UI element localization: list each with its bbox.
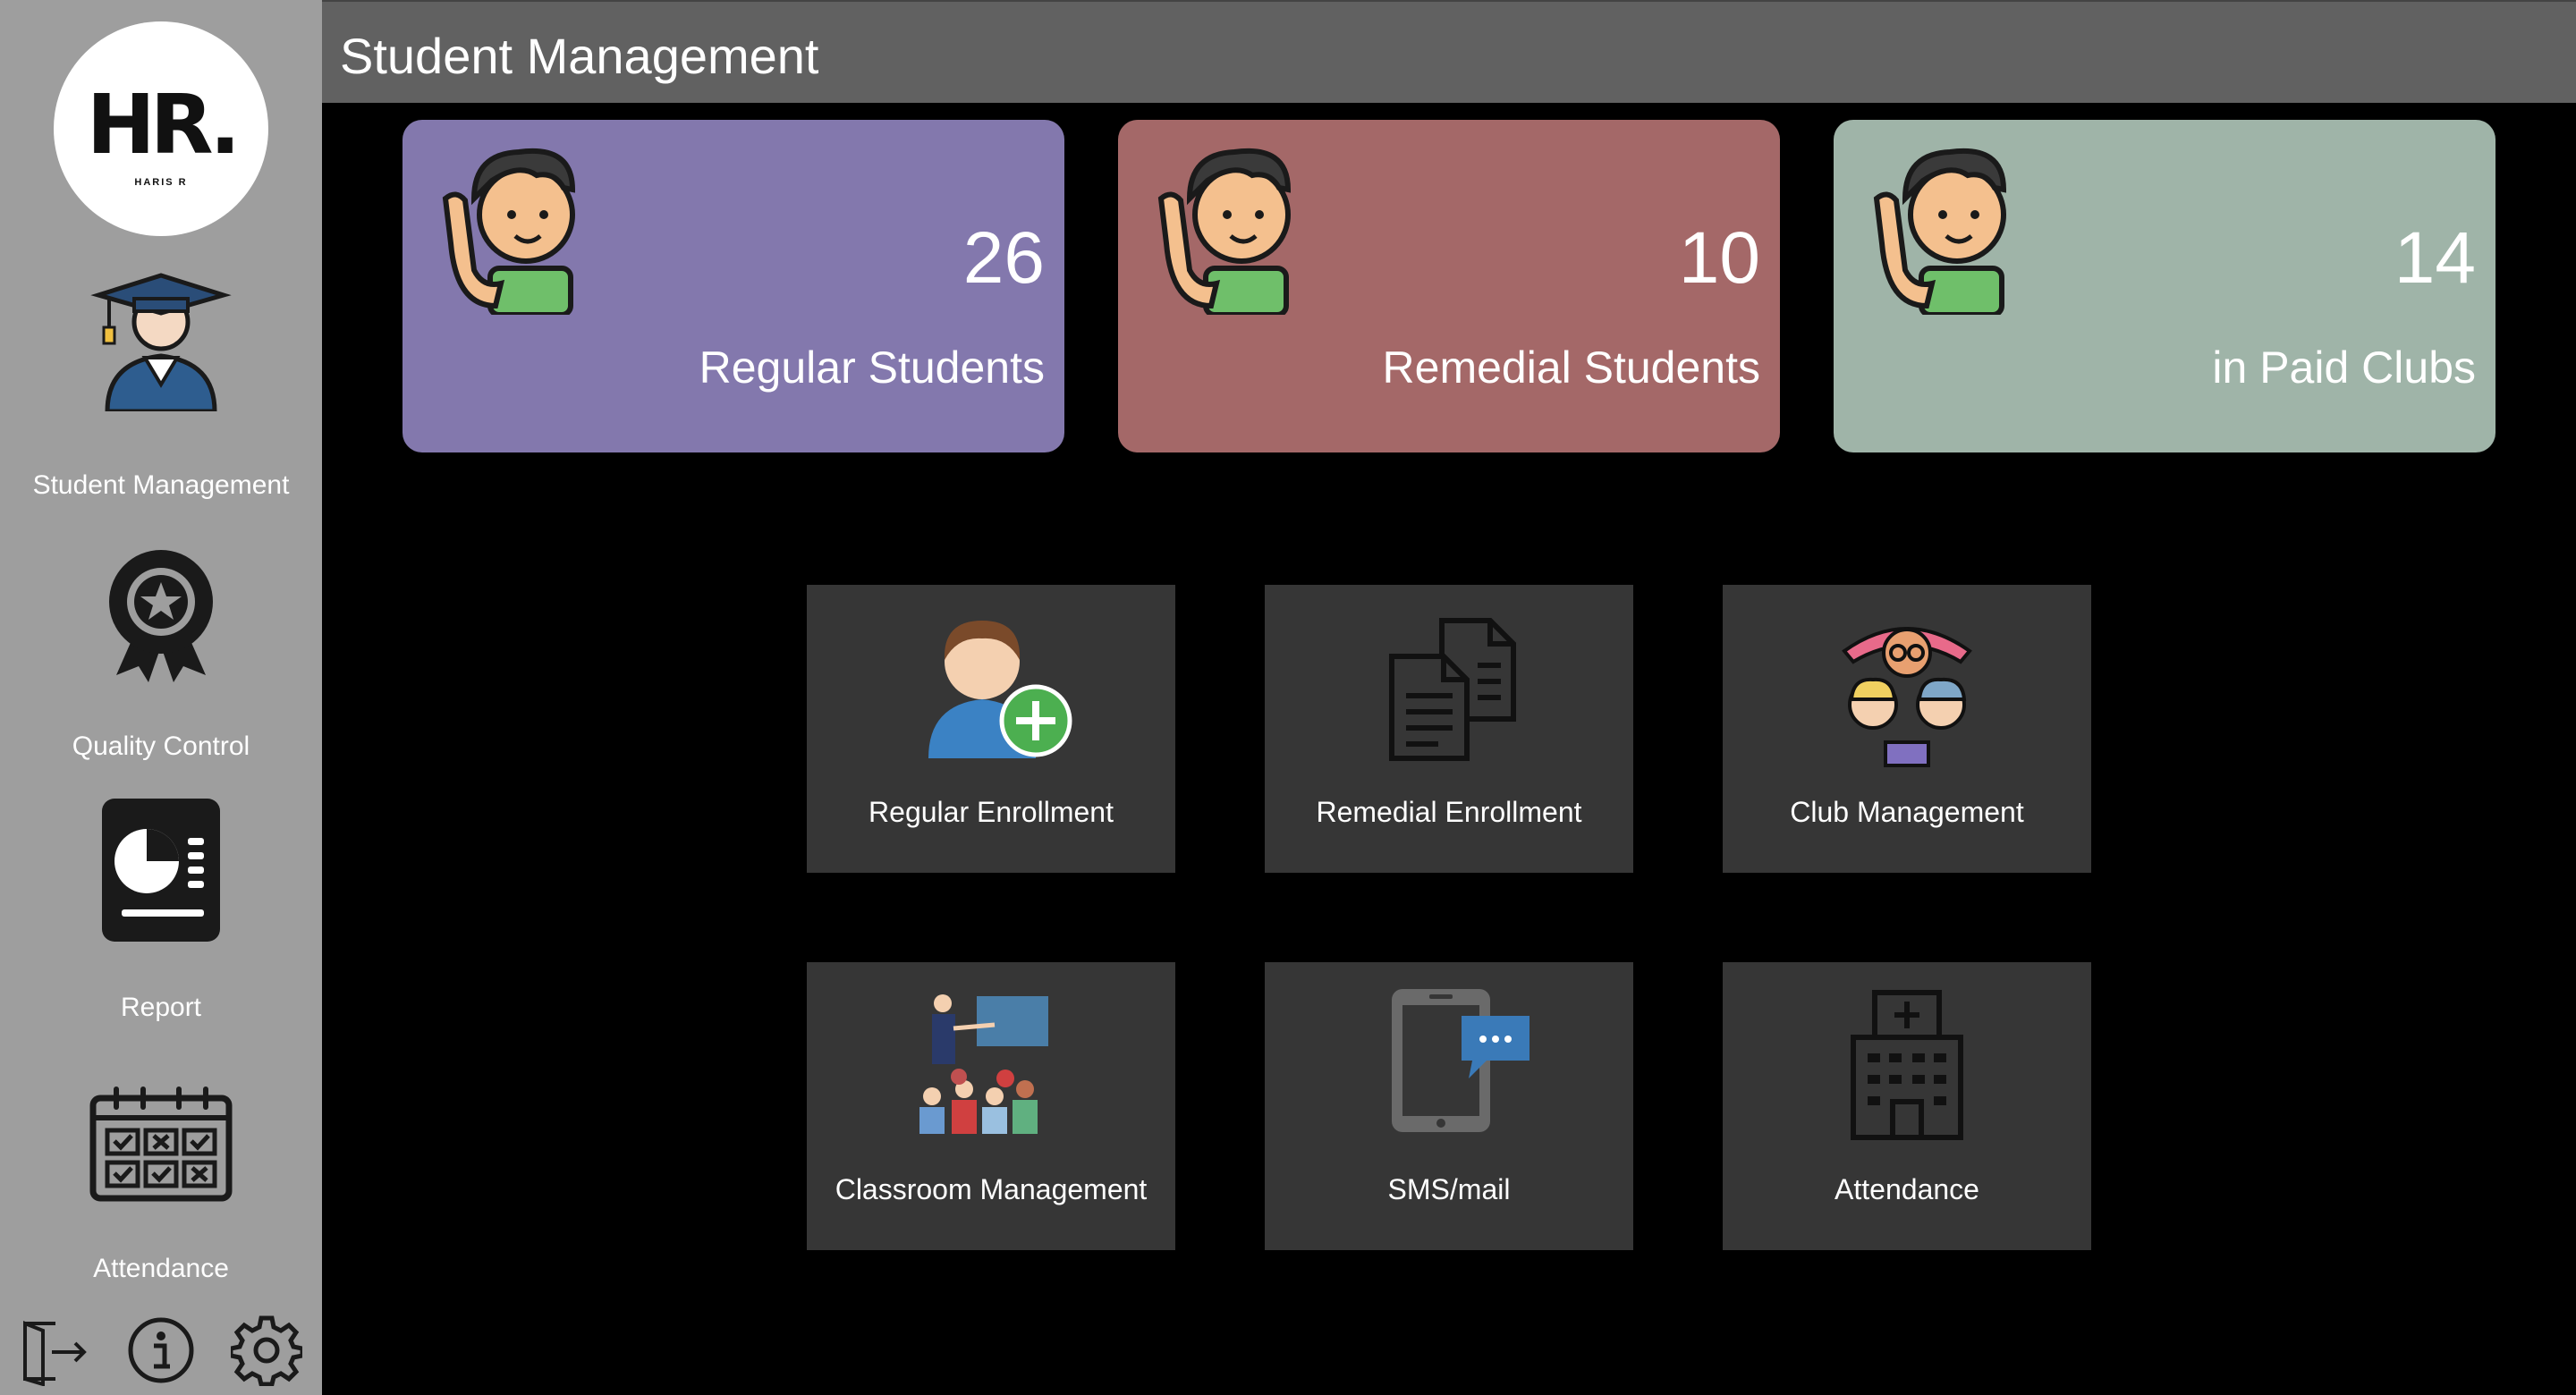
tile-attendance[interactable]: Attendance xyxy=(1723,962,2091,1250)
app-logo[interactable]: HR. HARIS R xyxy=(54,21,268,236)
info-icon[interactable] xyxy=(125,1315,197,1386)
student-avatar-icon xyxy=(442,148,576,315)
tile-label: Classroom Management xyxy=(835,1173,1148,1205)
building-icon xyxy=(1851,990,1963,1140)
tile-club-management[interactable]: Club Management xyxy=(1723,585,2091,873)
sidebar-item-label: Attendance xyxy=(93,1254,229,1283)
stat-card-remedial-students[interactable]: 10 Remedial Students xyxy=(1118,120,1780,452)
phone-message-icon xyxy=(1392,989,1530,1132)
logo-subtext: HARIS R xyxy=(134,177,188,188)
sidebar-item-report[interactable]: Report xyxy=(0,790,322,1032)
sidebar-item-label: Quality Control xyxy=(72,731,250,761)
tile-label: Remedial Enrollment xyxy=(1316,796,1582,828)
sidebar-item-student-management[interactable]: Student Management xyxy=(0,259,322,510)
top-bar: Student Management xyxy=(322,0,2576,103)
sidebar-item-attendance[interactable]: Attendance xyxy=(0,1064,322,1297)
stat-count: 26 xyxy=(962,217,1045,299)
page-title: Student Management xyxy=(340,28,819,84)
tile-label: Attendance xyxy=(1835,1173,1979,1205)
tile-classroom-management[interactable]: Classroom Management xyxy=(807,962,1175,1250)
gear-icon[interactable] xyxy=(231,1315,302,1386)
sidebar-item-label: Student Management xyxy=(32,470,290,500)
logout-door-icon[interactable] xyxy=(16,1315,88,1386)
tile-remedial-enrollment[interactable]: Remedial Enrollment xyxy=(1265,585,1633,873)
stat-card-regular-students[interactable]: 26 Regular Students xyxy=(402,120,1064,452)
tile-regular-enrollment[interactable]: Regular Enrollment xyxy=(807,585,1175,873)
stat-count: 10 xyxy=(1678,217,1760,299)
stat-caption: in Paid Clubs xyxy=(2212,342,2476,393)
add-user-icon xyxy=(928,621,1072,758)
group-icon xyxy=(1842,627,1972,767)
tile-label: Regular Enrollment xyxy=(869,796,1114,828)
tile-label: SMS/mail xyxy=(1387,1173,1511,1205)
calendar-icon xyxy=(89,1086,233,1202)
student-avatar-icon xyxy=(1157,148,1292,315)
sidebar-item-label: Report xyxy=(120,993,202,1022)
tile-label: Club Management xyxy=(1790,796,2024,828)
sidebar: HR. HARIS R Student Management Quality C… xyxy=(0,0,322,1395)
sidebar-footer xyxy=(0,1315,322,1386)
stat-card-paid-clubs[interactable]: 14 in Paid Clubs xyxy=(1834,120,2496,452)
graduate-icon xyxy=(90,273,232,411)
logo-mark: HR. xyxy=(86,77,242,173)
classroom-icon xyxy=(919,994,1048,1134)
award-badge-icon xyxy=(109,550,213,682)
student-avatar-icon xyxy=(1873,148,2007,315)
stat-caption: Regular Students xyxy=(699,342,1045,393)
report-chart-icon xyxy=(102,799,220,942)
stat-caption: Remedial Students xyxy=(1382,342,1760,393)
tile-sms-mail[interactable]: SMS/mail xyxy=(1265,962,1633,1250)
stat-count: 14 xyxy=(2394,217,2476,299)
documents-icon xyxy=(1389,618,1516,761)
sidebar-item-quality-control[interactable]: Quality Control xyxy=(0,537,322,778)
